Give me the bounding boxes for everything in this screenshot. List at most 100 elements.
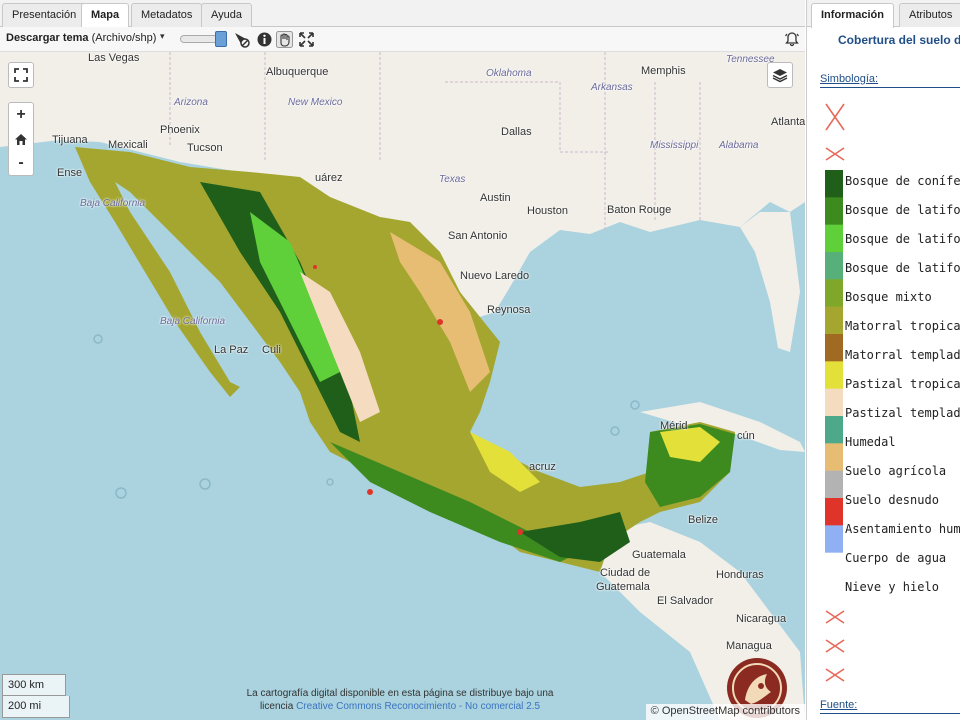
map-canvas[interactable]: Las Vegas Albuquerque Memphis Tijuana Me… <box>0 52 805 720</box>
city-label-phoenix: Phoenix <box>160 124 200 136</box>
clear-selection-icon[interactable] <box>233 31 250 48</box>
legend-item: Humedal <box>845 435 896 449</box>
zoom-in-button[interactable]: + <box>9 103 33 127</box>
city-label-culiacan: Culi <box>262 344 281 356</box>
legend-swatch <box>825 197 843 226</box>
license-link[interactable]: Creative Commons Reconocimiento - No com… <box>296 701 540 712</box>
scale-mi: 200 mi <box>2 696 70 718</box>
legend-swatch <box>825 252 843 280</box>
state-label-baja-california-sur: Baja California <box>160 316 226 327</box>
legend-swatch <box>825 170 843 198</box>
legend-item: Pastizal tropical o s <box>845 377 960 391</box>
city-label-guatemala: Guatemala <box>632 549 686 561</box>
license-line-2: licencia Creative Commons Reconocimiento… <box>259 701 541 712</box>
info-panel: Información Atributos Cobertura del suel… <box>806 0 960 720</box>
symbology-divider <box>820 87 960 88</box>
missing-symbol-icon <box>825 668 845 682</box>
pan-hand-icon[interactable] <box>276 31 293 48</box>
tab-metadatos[interactable]: Metadatos <box>131 3 203 27</box>
license-line-1: La cartografía digital disponible en est… <box>246 688 554 699</box>
city-label-honduras: Honduras <box>716 569 764 581</box>
zoom-controls: + - <box>8 102 34 176</box>
state-label-baja-california: Baja California <box>80 198 146 209</box>
tab-presentacion[interactable]: Presentación <box>2 3 87 27</box>
opacity-slider-handle[interactable] <box>215 31 227 47</box>
info-icon[interactable] <box>256 31 273 48</box>
state-label-mississippi: Mississippi <box>650 140 699 151</box>
city-label-houston: Houston <box>527 205 568 217</box>
legend-item: Bosque de latifolia <box>845 261 960 275</box>
download-theme-dropdown[interactable]: Descargar tema (Archivo/shp) <box>6 32 156 44</box>
fullscreen-icon <box>14 68 28 82</box>
legend-item: Matorral tropical o <box>845 319 960 333</box>
legend-swatch <box>825 498 843 526</box>
map-toolbar: Descargar tema (Archivo/shp) ▾ <box>0 27 805 52</box>
chevron-down-icon[interactable]: ▾ <box>160 31 165 42</box>
legend-item: Asentamiento huma <box>845 522 960 536</box>
city-label-nuevo-laredo: Nuevo Laredo <box>460 270 530 282</box>
legend-item: Bosque mixto <box>845 290 932 304</box>
state-label-texas: Texas <box>439 174 466 185</box>
legend-colorbar <box>825 170 843 580</box>
source-label: Fuente: <box>820 699 858 711</box>
map-attribution: © OpenStreetMap contributors <box>645 704 805 720</box>
alert-bell-icon[interactable] <box>784 31 800 47</box>
main-tabs: Presentación Mapa Metadatos Ayuda <box>0 0 805 28</box>
legend-item: Matorral templado <box>845 348 960 362</box>
city-label-las-vegas: Las Vegas <box>88 52 140 64</box>
city-label-juarez: uárez <box>315 172 343 184</box>
legend-swatch <box>825 279 843 308</box>
city-label-memphis: Memphis <box>641 65 686 77</box>
fullscreen-button[interactable] <box>8 62 34 88</box>
city-label-belize: Belize <box>688 514 718 526</box>
missing-symbol-icon <box>825 610 845 624</box>
city-label-merida: Mérid <box>660 420 688 432</box>
state-label-new-mexico: New Mexico <box>288 97 343 108</box>
city-label-el-salvador: El Salvador <box>657 595 714 607</box>
home-extent-button[interactable] <box>9 127 33 151</box>
legend-swatch <box>825 416 843 444</box>
city-label-dallas: Dallas <box>501 126 532 138</box>
tab-mapa[interactable]: Mapa <box>81 3 130 28</box>
symbology-label: Simbología: <box>820 73 879 85</box>
source-divider <box>820 713 960 714</box>
legend-swatch <box>825 334 843 362</box>
state-label-arizona: Arizona <box>174 97 208 108</box>
city-label-tijuana: Tijuana <box>52 134 88 146</box>
download-theme-label: Descargar tema <box>6 32 89 44</box>
legend-item: Pastizal templado o <box>845 406 960 420</box>
city-label-albuquerque: Albuquerque <box>266 66 329 78</box>
city-label-ensenada: Ense <box>57 167 83 179</box>
city-label-ciudad-guatemala-1: Ciudad de <box>600 567 651 579</box>
legend-swatch <box>825 224 843 253</box>
basemap <box>0 52 805 720</box>
tab-atributos[interactable]: Atributos <box>899 3 960 27</box>
legend-swatch <box>825 552 843 580</box>
legend-item: Bosque de latifolia <box>845 203 960 217</box>
home-icon <box>15 133 27 145</box>
tab-ayuda[interactable]: Ayuda <box>201 3 252 27</box>
fullscreen-expand-icon[interactable] <box>298 31 315 48</box>
tab-informacion[interactable]: Información <box>811 3 894 28</box>
city-label-reynosa: Reynosa <box>487 304 531 316</box>
layers-icon <box>772 69 788 83</box>
zoom-out-button[interactable]: - <box>9 151 33 175</box>
panel-tabs: Información Atributos <box>807 0 960 28</box>
layer-title: Cobertura del suelo d <box>838 33 960 47</box>
legend-item: Bosque de conífera <box>845 174 960 188</box>
legend-item: Bosque de latifolia <box>845 232 960 246</box>
city-label-tucson: Tucson <box>187 142 223 154</box>
city-label-atlanta: Atlanta <box>771 116 805 128</box>
legend-swatch <box>825 443 843 472</box>
legend-item: Cuerpo de agua <box>845 551 947 565</box>
scale-km: 300 km <box>2 674 66 696</box>
layers-button[interactable] <box>767 62 793 88</box>
city-label-nicaragua: Nicaragua <box>736 613 787 625</box>
legend-swatch <box>825 470 843 499</box>
license-notice: La cartografía digital disponible en est… <box>220 687 580 713</box>
city-label-austin: Austin <box>480 192 511 204</box>
legend-item: Suelo desnudo <box>845 493 939 507</box>
city-label-baton-rouge: Baton Rouge <box>607 204 672 216</box>
legend-item: Nieve y hielo <box>845 580 939 594</box>
state-label-alabama: Alabama <box>719 140 759 151</box>
